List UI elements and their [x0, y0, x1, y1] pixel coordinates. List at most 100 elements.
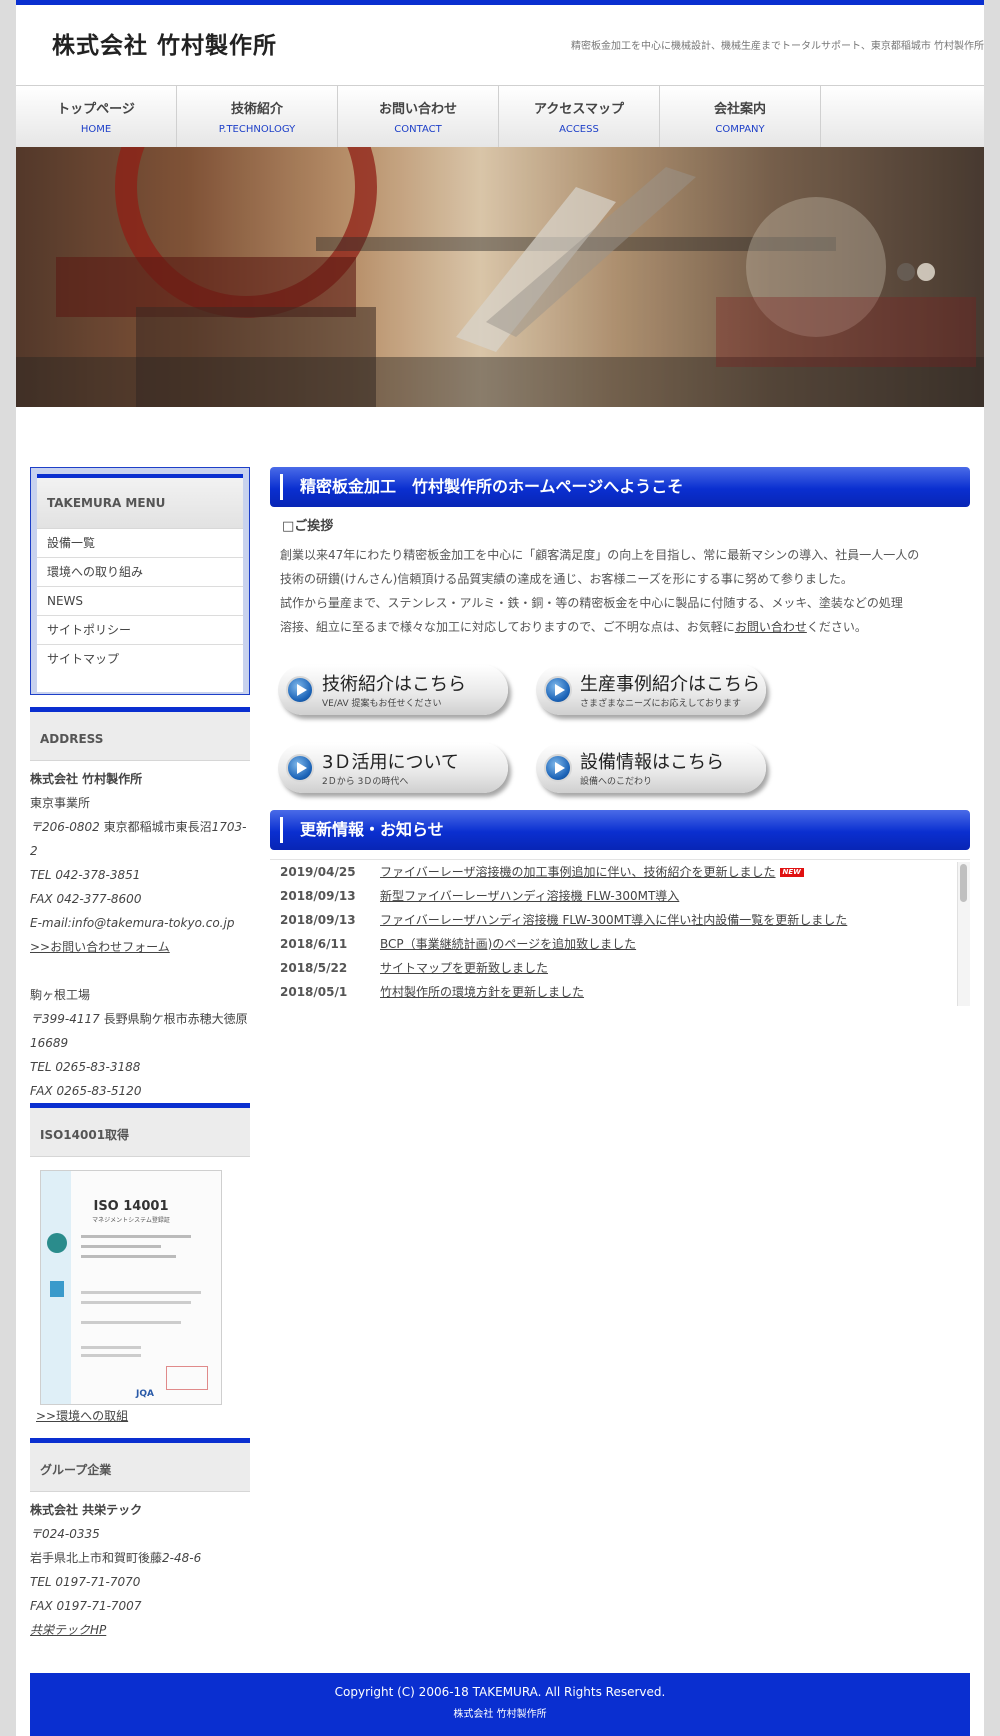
welcome-heading: 精密板金加工 竹村製作所のホームページへようこそ: [270, 467, 970, 507]
news-scroll-thumb[interactable]: [960, 864, 967, 902]
news-link[interactable]: BCP（事業継続計画)のページを追加致しました: [380, 932, 636, 956]
nav-label-en: HOME: [80, 124, 112, 135]
contact-form-link[interactable]: >>お問い合わせフォーム: [30, 935, 248, 959]
office-address-b: 1703-: [211, 820, 247, 834]
hero-machinery-graphic: [16, 147, 984, 407]
company-name: 株式会社 竹村製作所: [30, 772, 143, 786]
iso-cert-line: [81, 1346, 141, 1349]
news-date: 2019/04/25: [280, 865, 356, 879]
address-spacer: [30, 959, 248, 983]
factory-name: 駒ヶ根工場: [30, 988, 91, 1002]
equipment-button[interactable]: 設備情報はこちら 設備へのこだわり: [536, 743, 766, 793]
menu-item-sitemap[interactable]: サイトマップ: [37, 645, 243, 673]
technology-button[interactable]: 技術紹介はこちら VE/AV 提案もお任せください: [278, 665, 508, 715]
play-arrow-icon: [286, 676, 314, 704]
news-list: 2019/04/25 ファイバーレーザ溶接機の加工事例追加に伴い、技術紹介を更新…: [270, 859, 970, 1006]
button-label: 設備情報はこちら: [580, 752, 724, 773]
group-fax: FAX 0197-71-7007: [30, 1599, 142, 1613]
nav-label-en: COMPANY: [715, 124, 765, 135]
office-email[interactable]: E-mail:info@takemura-tokyo.co.jp: [30, 911, 248, 935]
button-sublabel: VE/AV 提案もお任せください: [322, 699, 442, 709]
news-date: 2018/09/13: [280, 913, 356, 927]
news-scrollbar[interactable]: [957, 862, 970, 1006]
play-arrow-icon: [544, 754, 572, 782]
news-date: 2018/6/11: [280, 937, 348, 951]
button-sublabel: 2Ｄから 3Ｄの時代へ: [322, 777, 409, 787]
footer: Copyright (C) 2006-18 TAKEMURA. All Righ…: [30, 1673, 970, 1736]
nav-contact[interactable]: お問い合わせ CONTACT: [338, 86, 499, 147]
news-link[interactable]: ファイバーレーザハンディ溶接機 FLW-300MT導入に伴い社内設備一覧を更新し…: [380, 908, 847, 932]
group-tel: TEL 0197-71-7070: [30, 1575, 141, 1589]
office-fax: FAX 042-377-8600: [30, 892, 142, 906]
intro-last-prefix: 溶接、組立に至るまで様々な加工に対応しておりますので、ご不明な点は、お気軽に: [280, 620, 735, 634]
nav-access[interactable]: アクセスマップ ACCESS: [499, 86, 660, 147]
iso-cert-line: [81, 1301, 191, 1304]
iso-cert-line: [81, 1255, 176, 1258]
environment-link[interactable]: >>環境への取組: [36, 1404, 128, 1428]
nav-label-ja: お問い合わせ: [378, 102, 457, 117]
intro-line: 創業以来47年にわたり精密板金加工を中心に「顧客満足度」の向上を目指し、常に最新…: [280, 548, 920, 562]
iso-stamp-icon: [166, 1366, 208, 1390]
nav-technology[interactable]: 技術紹介 P.TECHNOLOGY: [177, 86, 338, 147]
news-link-text: ファイバーレーザ溶接機の加工事例追加に伴い、技術紹介を更新しました: [380, 865, 776, 879]
intro-line: 試作から量産まで、ステンレス・アルミ・鉄・銅・等の精密板金を中心に製品に付随する…: [280, 596, 903, 610]
play-arrow-icon: [544, 676, 572, 704]
group-postal: 〒024-0335: [30, 1527, 100, 1541]
site-tagline: 精密板金加工を中心に機械設計、機械生産までトータルサポート、東京都稲城市 竹村製…: [571, 41, 984, 52]
news-link[interactable]: 新型ファイバーレーザハンディ溶接機 FLW-300MT導入: [380, 884, 679, 908]
iso-certificate-image[interactable]: ISO 14001 マネジメントシステム登録証 JQA: [40, 1170, 222, 1405]
office-address-a: 東京都稲城市東長沼: [103, 820, 212, 834]
news-date: 2018/5/22: [280, 961, 348, 975]
iso-cert-subtitle: マネジメントシステム登録証: [92, 1217, 170, 1224]
news-link[interactable]: ファイバーレーザ溶接機の加工事例追加に伴い、技術紹介を更新しました NEW: [380, 860, 804, 884]
3d-button[interactable]: 3Ｄ活用について 2Ｄから 3Ｄの時代へ: [278, 743, 508, 793]
nav-label-ja: アクセスマップ: [534, 102, 624, 117]
button-label: 技術紹介はこちら: [322, 674, 466, 695]
iso-cert-line: [81, 1245, 161, 1248]
news-link[interactable]: 竹村製作所の環境方針を更新しました: [380, 980, 584, 1004]
iso-jqa-mark: JQA: [136, 1389, 154, 1399]
menu-item-environment[interactable]: 環境への取り組み: [37, 558, 243, 587]
office-address: 〒206-0802 東京都稲城市東長沼1703-: [30, 815, 248, 839]
footer-company: 株式会社 竹村製作所: [453, 1709, 547, 1720]
group-company-name: 株式会社 共栄テック: [30, 1503, 143, 1517]
factory-postal: 〒399-4117: [30, 1012, 100, 1026]
iso-cert-line: [81, 1354, 141, 1357]
iso-cert-line: [81, 1235, 191, 1238]
factory-tel: TEL 0265-83-3188: [30, 1060, 141, 1074]
office-address-c: 2: [30, 844, 38, 858]
nav-company[interactable]: 会社案内 COMPANY: [660, 86, 821, 147]
factory-address: 〒399-4117 長野県駒ケ根市赤穂大徳原: [30, 1007, 248, 1031]
menu-item-news[interactable]: NEWS: [37, 587, 243, 616]
menu-item-equipment[interactable]: 設備一覧: [37, 529, 243, 558]
takemura-menu-inner: TAKEMURA MENU 設備一覧 環境への取り組み NEWS サイトポリシー…: [37, 474, 243, 692]
play-arrow-icon: [286, 754, 314, 782]
iso-badge-icon: [50, 1281, 64, 1297]
news-link[interactable]: サイトマップを更新致しました: [380, 956, 548, 980]
nav-label-en: ACCESS: [559, 124, 599, 135]
news-date: 2018/05/1: [280, 985, 348, 999]
new-badge: NEW: [779, 868, 804, 877]
menu-item-site-policy[interactable]: サイトポリシー: [37, 616, 243, 645]
intro-line: 技術の研鑽(けんさん)信頼頂ける品質実績の達成を通じ、お客様ニーズを形にする事に…: [280, 572, 853, 586]
site-title[interactable]: 株式会社 竹村製作所: [52, 26, 277, 60]
factory-fax: FAX 0265-83-5120: [30, 1084, 142, 1098]
news-heading: 更新情報・お知らせ: [270, 810, 970, 850]
top-accent-bar: [16, 0, 984, 5]
main-nav: トップページ HOME 技術紹介 P.TECHNOLOGY お問い合わせ CON…: [16, 85, 984, 148]
hero-image: [16, 147, 984, 407]
button-sublabel: さまざまなニーズにお応えしております: [580, 699, 742, 709]
group-hp-link[interactable]: 共栄テックHP: [30, 1618, 201, 1642]
intro-contact-link[interactable]: お問い合わせ: [735, 620, 807, 634]
nav-label-ja: 技術紹介: [230, 102, 283, 117]
nav-home[interactable]: トップページ HOME: [16, 86, 177, 147]
news-date: 2018/09/13: [280, 889, 356, 903]
nav-label-ja: トップページ: [57, 102, 135, 117]
factory-address-a: 長野県駒ケ根市赤穂大徳原: [103, 1012, 248, 1026]
iso-seal-icon: [47, 1233, 67, 1253]
takemura-menu: TAKEMURA MENU 設備一覧 環境への取り組み NEWS サイトポリシー…: [30, 467, 250, 695]
production-cases-button[interactable]: 生産事例紹介はこちら さまざまなニーズにお応えしております: [536, 665, 766, 715]
factory-address-b: 16689: [30, 1036, 69, 1050]
menu-title: TAKEMURA MENU: [37, 478, 243, 529]
iso-cert-line: [81, 1321, 181, 1324]
